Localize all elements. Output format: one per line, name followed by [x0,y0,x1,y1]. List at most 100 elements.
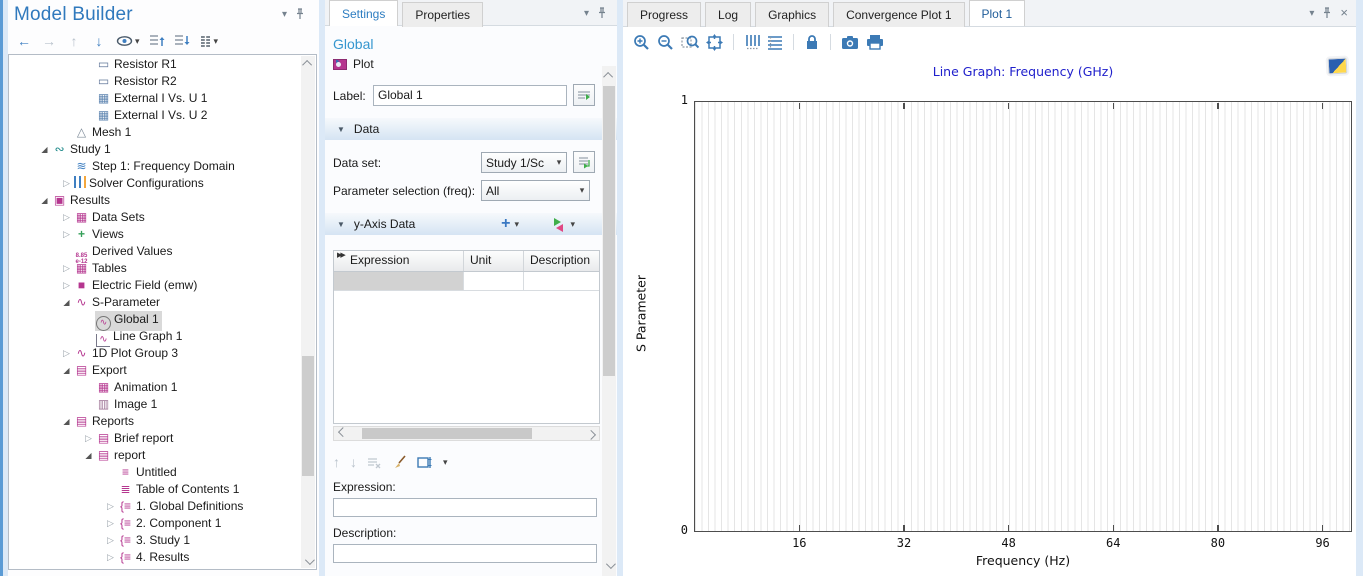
column-header[interactable]: Description [524,251,599,271]
y-axis-section-header[interactable]: ▼ y-Axis Data + ▾ ▾ [325,213,617,235]
tree-item-derived-values[interactable]: 8.85e-12Derived Values [9,243,301,260]
scroll-down-icon[interactable] [301,554,315,568]
column-header[interactable]: Unit [464,251,524,271]
tree-item-1-global-definitions[interactable]: ▷{≡1. Global Definitions [9,498,301,515]
scroll-right-icon[interactable] [585,427,599,440]
table-row[interactable] [334,272,599,291]
tree-item-external-i-vs-u-2[interactable]: ▦External I Vs. U 2 [9,107,301,124]
tree-expander-icon[interactable]: ▷ [60,175,73,192]
show-eye-icon[interactable]: ▾ [116,32,140,50]
scrollbar-thumb[interactable] [362,428,532,439]
tree-item-2-component-1[interactable]: ▷{≡2. Component 1 [9,515,301,532]
forward-icon[interactable]: → [41,32,57,50]
tree-expander-icon[interactable]: ▷ [104,515,117,532]
plot-area[interactable] [694,101,1352,532]
parameter-selection-combobox[interactable]: All ▾ [481,180,590,201]
label-input[interactable]: Global 1 [373,85,567,106]
tree-item-mesh-1[interactable]: △Mesh 1 [9,124,301,141]
tree-item-s-parameter[interactable]: ◢∿S-Parameter [9,294,301,311]
tree-scrollbar[interactable] [301,56,315,568]
tree-item-views[interactable]: ▷+Views [9,226,301,243]
tree-item-table-of-contents-1[interactable]: ≣Table of Contents 1 [9,481,301,498]
tree-expander-icon[interactable]: ▷ [82,430,95,447]
tree-item-results[interactable]: ◢▣Results [9,192,301,209]
tree-expander-icon[interactable]: ▷ [104,498,117,515]
move-up-icon[interactable]: ↑ [66,32,82,50]
chevron-down-icon[interactable]: ▾ [1309,8,1314,19]
tab-graphics[interactable]: Graphics [755,2,829,27]
tree-expander-icon[interactable]: ▷ [104,549,117,566]
zoom-in-icon[interactable] [633,33,650,51]
tree-item-resistor-r2[interactable]: ▭Resistor R2 [9,73,301,90]
tree-expander-icon[interactable]: ▷ [60,260,73,277]
delete-row-icon[interactable] [367,456,382,469]
expand-all-icon[interactable] [174,32,190,50]
settings-scrollbar[interactable] [602,66,616,576]
tree-item-3-study-1[interactable]: ▷{≡3. Study 1 [9,532,301,549]
tree-item-resistor-r1[interactable]: ▭Resistor R1 [9,56,301,73]
go-to-source-button[interactable] [573,151,595,173]
chevron-down-icon[interactable]: ▾ [443,457,448,468]
tree-expander-icon[interactable]: ◢ [38,192,51,209]
tree-expander-icon[interactable]: ▷ [60,345,73,362]
tab-log[interactable]: Log [705,2,751,27]
table-columns-icon[interactable] [417,456,433,469]
pin-icon[interactable] [295,8,305,20]
data-set-combobox[interactable]: Study 1/Sc ▾ [481,152,567,173]
scroll-left-icon[interactable] [334,427,348,440]
print-icon[interactable] [866,33,884,51]
plot-button[interactable]: Plot [333,57,374,71]
tab-properties[interactable]: Properties [402,2,483,27]
scrollbar-thumb[interactable] [302,356,314,476]
zoom-extents-icon[interactable] [706,33,723,51]
tree-item-data-sets[interactable]: ▷▦Data Sets [9,209,301,226]
add-expression-icon[interactable]: + [501,217,510,231]
zoom-box-icon[interactable] [681,33,699,51]
table-h-scrollbar[interactable] [333,426,600,441]
rename-button[interactable] [573,84,595,106]
expression-input[interactable] [333,498,597,517]
scroll-up-icon[interactable] [602,68,616,82]
tree-item-1d-plot-group-3[interactable]: ▷∿1D Plot Group 3 [9,345,301,362]
expand-columns-icon[interactable]: ▶▶ [337,251,344,259]
axis-lock-icon[interactable] [804,33,820,51]
tree-expander-icon[interactable]: ▷ [104,532,117,549]
snapshot-icon[interactable] [841,33,859,51]
tree-expander-icon[interactable]: ▷ [60,277,73,294]
tree-item-reports[interactable]: ◢▤Reports [9,413,301,430]
description-input[interactable] [333,544,597,563]
chevron-down-icon[interactable]: ▾ [570,219,575,230]
chevron-down-icon[interactable]: ▾ [282,9,287,20]
tree-expander-icon[interactable]: ▷ [60,209,73,226]
tree-item-untitled[interactable]: ≡Untitled [9,464,301,481]
tree-item-image-1[interactable]: ▥Image 1 [9,396,301,413]
tree-expander-icon[interactable]: ◢ [60,413,73,430]
y-grid-icon[interactable] [767,33,783,51]
zoom-out-icon[interactable] [657,33,674,51]
tree-expander-icon[interactable]: ◢ [82,447,95,464]
tree-item-4-results[interactable]: ▷{≡4. Results [9,549,301,566]
move-up-icon[interactable]: ↑ [333,454,340,470]
tab-progress[interactable]: Progress [627,2,701,27]
model-tree-options-icon[interactable]: ▾ [199,32,219,50]
tree-expander-icon[interactable]: ▷ [60,226,73,243]
x-grid-icon[interactable] [744,33,760,51]
tree-expander-icon[interactable]: ◢ [60,294,73,311]
tree-item-brief-report[interactable]: ▷▤Brief report [9,430,301,447]
tree-item-animation-1[interactable]: ▦Animation 1 [9,379,301,396]
tree-item-line-graph-1[interactable]: ∿Line Graph 1 [9,328,301,345]
tab-convergence-plot-1[interactable]: Convergence Plot 1 [833,2,964,27]
tree-item-tables[interactable]: ▷▦Tables [9,260,301,277]
move-down-icon[interactable]: ↓ [91,32,107,50]
chevron-down-icon[interactable]: ▾ [514,219,519,230]
tree-item-export[interactable]: ◢▤Export [9,362,301,379]
column-header[interactable]: Expression [334,251,464,271]
tree-item-study-1[interactable]: ◢∾Study 1 [9,141,301,158]
close-icon[interactable]: × [1340,8,1348,18]
pin-icon[interactable] [1322,7,1332,19]
replace-expression-icon[interactable] [553,218,566,231]
scrollbar-thumb[interactable] [603,86,615,376]
scroll-down-icon[interactable] [602,558,616,572]
move-down-icon[interactable]: ↓ [350,454,357,470]
chevron-down-icon[interactable]: ▾ [584,8,589,19]
